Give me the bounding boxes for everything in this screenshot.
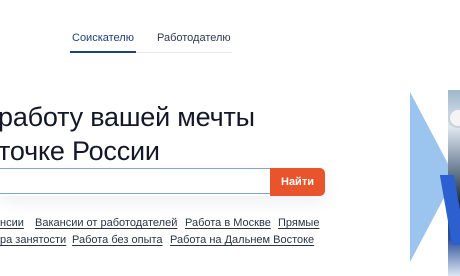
tab-employer[interactable]: Работодателю xyxy=(157,32,231,44)
page-headline: работу вашей мечты точке России xyxy=(0,100,378,168)
hero-photo xyxy=(448,90,460,276)
hero-graphic xyxy=(410,90,460,276)
search-button[interactable]: Найти xyxy=(270,168,325,196)
link-employer-vacancies[interactable]: Вакансии от работодателей xyxy=(35,217,177,229)
active-tab-indicator xyxy=(70,51,136,53)
tab-job-seeker[interactable]: Соискателю xyxy=(72,32,134,44)
link-jobs-moscow[interactable]: Работа в Москве xyxy=(185,217,271,229)
tabs-divider xyxy=(136,52,232,53)
link-no-experience[interactable]: Работа без опыта xyxy=(72,234,163,246)
link-direct[interactable]: Прямые xyxy=(278,217,319,229)
audience-tabs: Соискателю Работодателю xyxy=(0,26,460,54)
search-input[interactable] xyxy=(0,168,271,194)
link-far-east[interactable]: Работа на Дальнем Востоке xyxy=(170,234,314,246)
headline-line-1: работу вашей мечты xyxy=(0,102,255,133)
search-bar: Найти xyxy=(0,168,325,196)
link-employment-centers[interactable]: ра занятости xyxy=(0,234,66,246)
link-vacancies-partial[interactable]: нсии xyxy=(0,217,24,229)
headline-line-2: точке России xyxy=(0,136,160,167)
